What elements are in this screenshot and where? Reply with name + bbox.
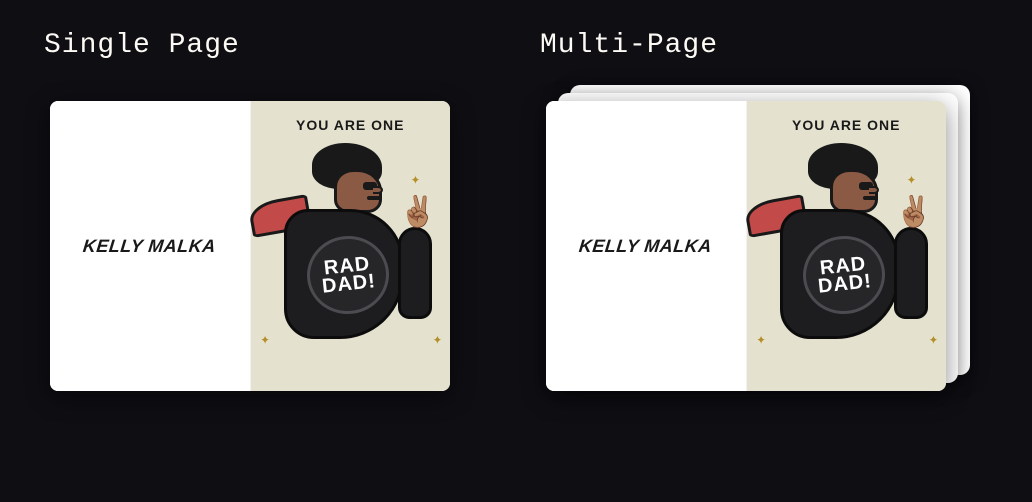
- patch-text-line2: DAD!: [321, 272, 377, 296]
- jacket-back-patch: RAD DAD!: [799, 232, 889, 318]
- illustration-rad-dad: RAD DAD! ✌🏽 ✦ ✦ ✦: [756, 139, 936, 359]
- face-shape: [830, 169, 878, 213]
- nose-shape: [373, 186, 383, 194]
- sparkle-icon: ✦: [907, 169, 917, 189]
- peace-sign-icon: ✌🏽: [893, 193, 934, 234]
- option-single-page[interactable]: Single Page KELLY MALKA YOU ARE ONE: [40, 30, 496, 401]
- card-headline: YOU ARE ONE: [792, 117, 901, 133]
- card: KELLY MALKA YOU ARE ONE: [546, 101, 946, 391]
- card-back-panel: KELLY MALKA: [50, 101, 251, 391]
- patch-text-line2: DAD!: [817, 272, 873, 296]
- jacket-shape: RAD DAD!: [780, 209, 900, 339]
- option-multi-page[interactable]: Multi-Page KELLY MALKA YOU ARE ONE: [536, 30, 992, 401]
- option-single-title: Single Page: [44, 30, 496, 61]
- arm-shape: [894, 227, 928, 319]
- mustache-shape: [367, 196, 381, 200]
- card-back-panel: KELLY MALKA: [546, 101, 747, 391]
- artist-credit: KELLY MALKA: [578, 236, 713, 257]
- jacket-back-patch: RAD DAD!: [303, 232, 393, 318]
- sparkle-icon: ✦: [929, 329, 939, 349]
- artist-credit: KELLY MALKA: [82, 236, 217, 257]
- page-type-options: Single Page KELLY MALKA YOU ARE ONE: [0, 0, 1032, 431]
- card-headline: YOU ARE ONE: [296, 117, 405, 133]
- jacket-shape: RAD DAD!: [284, 209, 404, 339]
- mustache-shape: [863, 196, 877, 200]
- face-shape: [334, 169, 382, 213]
- sparkle-icon: ✦: [411, 169, 421, 189]
- illustration-rad-dad: RAD DAD! ✌🏽 ✦ ✦ ✦: [260, 139, 440, 359]
- card: KELLY MALKA YOU ARE ONE: [50, 101, 450, 391]
- nose-shape: [869, 186, 879, 194]
- sparkle-icon: ✦: [756, 329, 766, 349]
- option-multi-title: Multi-Page: [540, 30, 992, 61]
- sparkle-icon: ✦: [433, 329, 443, 349]
- arm-shape: [398, 227, 432, 319]
- card-front-panel: YOU ARE ONE RAD DAD!: [747, 101, 947, 391]
- sparkle-icon: ✦: [260, 329, 270, 349]
- multi-card-preview: KELLY MALKA YOU ARE ONE: [546, 101, 956, 401]
- single-card-preview: KELLY MALKA YOU ARE ONE: [50, 101, 460, 401]
- peace-sign-icon: ✌🏽: [397, 193, 438, 234]
- card-front-panel: YOU ARE ONE RAD DAD!: [251, 101, 451, 391]
